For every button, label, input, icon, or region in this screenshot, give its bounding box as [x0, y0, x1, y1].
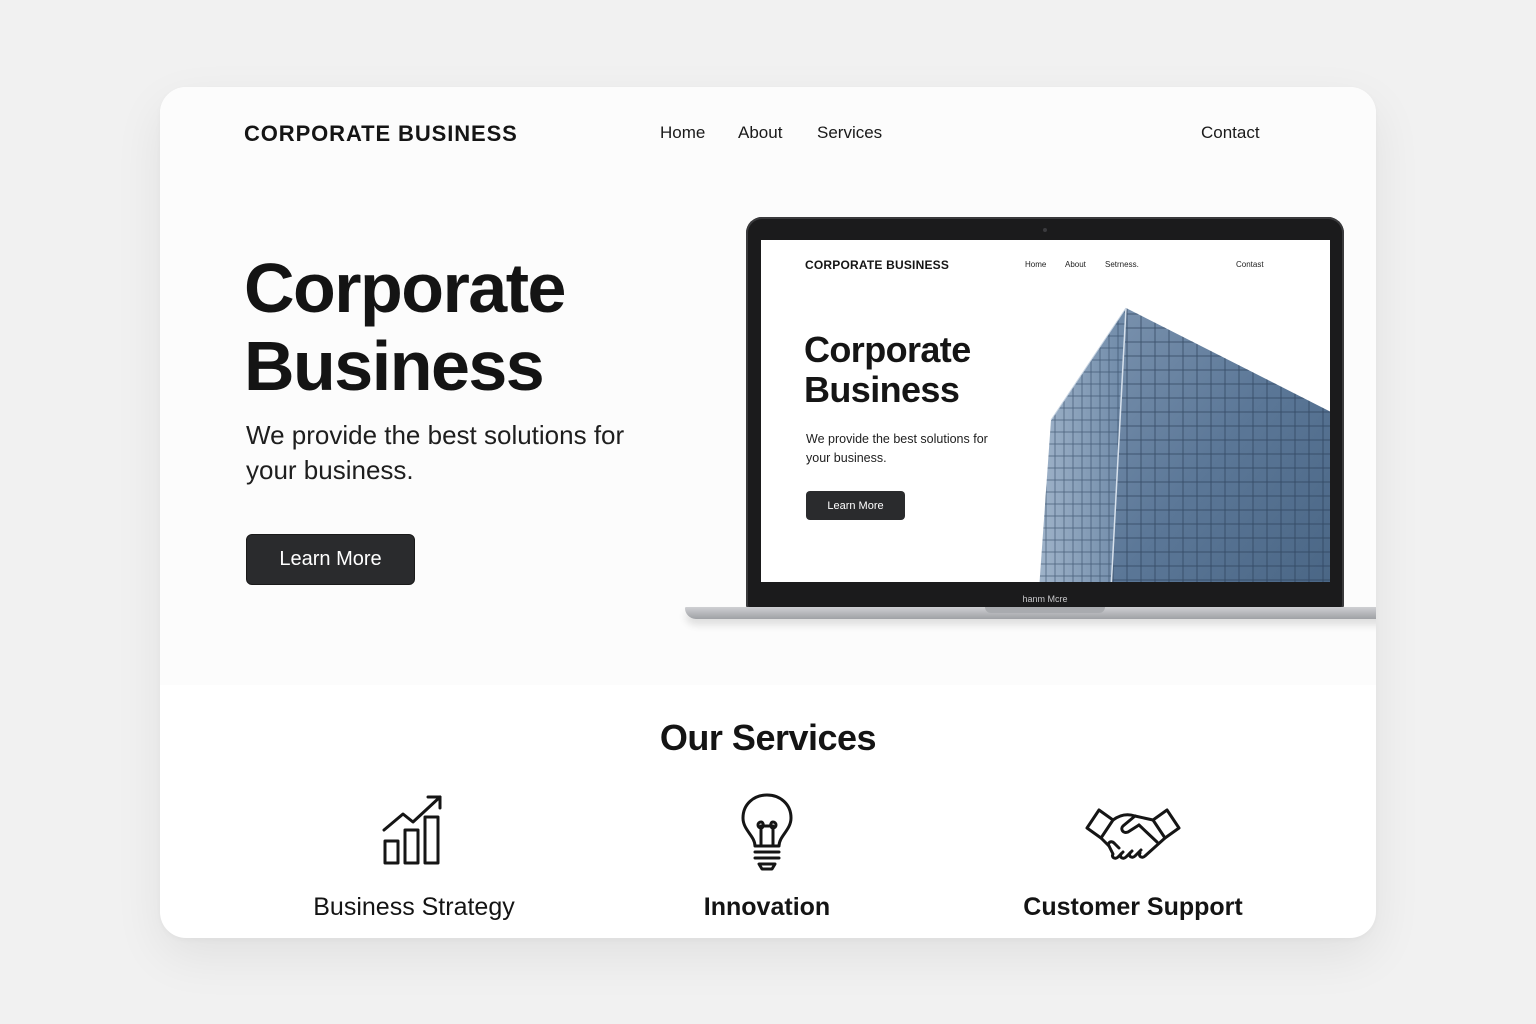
service-label-business-strategy: Business Strategy	[313, 893, 515, 921]
hero-title-line2: Business	[244, 327, 545, 405]
preview-nav-about: About	[1065, 260, 1086, 269]
page-card: CORPORATE BUSINESS Home About Services C…	[160, 87, 1376, 938]
service-label-customer-support: Customer Support	[1023, 893, 1243, 921]
preview-nav-contact: Contast	[1236, 260, 1264, 269]
nav-link-contact[interactable]: Contact	[1201, 123, 1260, 143]
nav-link-services[interactable]: Services	[817, 123, 882, 143]
preview-title: Corporate Business	[804, 330, 1024, 410]
nav-link-home[interactable]: Home	[660, 123, 705, 143]
laptop-camera	[1043, 228, 1047, 232]
handshake-icon	[1085, 808, 1181, 860]
hero-subtitle: We provide the best solutions for your b…	[246, 420, 625, 485]
laptop-base-label: hanm Mcre	[1022, 594, 1068, 604]
laptop-screen: CORPORATE BUSINESS Home About Setrness. …	[761, 240, 1330, 582]
preview-title-line2: Business	[804, 369, 960, 410]
hero-title: Corporate Business	[244, 249, 664, 405]
laptop-lid: CORPORATE BUSINESS Home About Setrness. …	[746, 217, 1344, 609]
preview-subtitle: We provide the best solutions for your b…	[806, 432, 988, 465]
laptop-notch	[985, 607, 1105, 613]
laptop-base	[685, 607, 1376, 619]
service-card-business-strategy[interactable]: Business Strategy	[264, 792, 564, 922]
laptop-mockup: CORPORATE BUSINESS Home About Setrness. …	[685, 217, 1376, 637]
service-card-customer-support[interactable]: Customer Support	[983, 792, 1283, 922]
preview-learn-more-button: Learn More	[806, 491, 905, 520]
brand-logo[interactable]: CORPORATE BUSINESS	[244, 121, 518, 147]
service-card-innovation[interactable]: Innovation	[617, 792, 917, 922]
office-building-image	[1039, 307, 1330, 582]
hero-title-line1: Corporate	[244, 249, 566, 327]
lightbulb-icon	[741, 793, 793, 871]
preview-nav-home: Home	[1025, 260, 1047, 269]
service-label-innovation: Innovation	[703, 893, 831, 921]
preview-title-line1: Corporate	[804, 329, 971, 370]
services-heading: Our Services	[659, 717, 877, 758]
learn-more-button[interactable]: Learn More	[246, 534, 415, 585]
preview-nav-services: Setrness.	[1105, 260, 1139, 269]
bar-chart-growth-icon	[382, 795, 442, 865]
preview-brand: CORPORATE BUSINESS	[805, 258, 950, 272]
nav-link-about[interactable]: About	[738, 123, 782, 143]
